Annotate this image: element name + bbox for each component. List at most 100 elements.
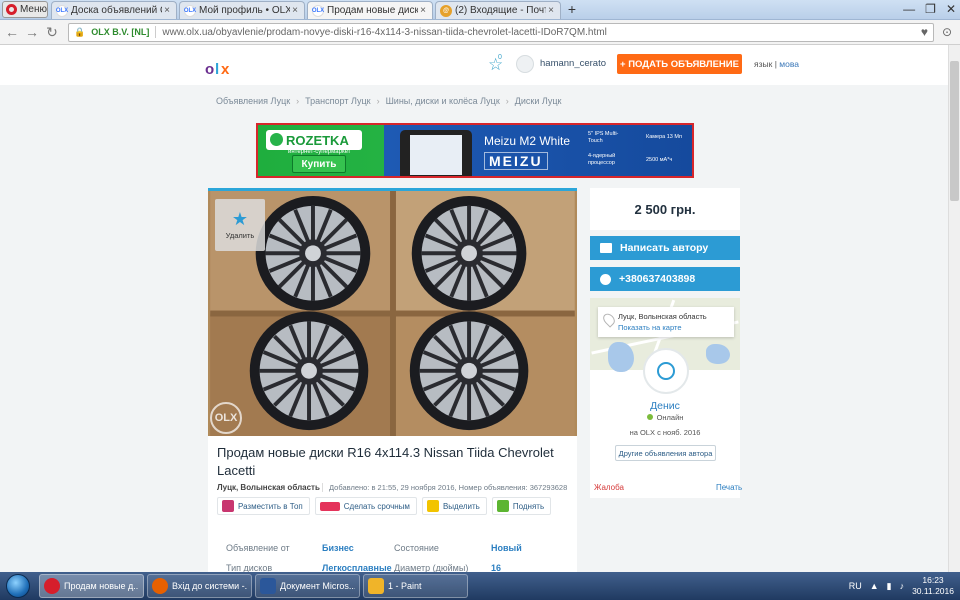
download-icon[interactable]: ⊙ <box>938 25 956 39</box>
clock[interactable]: 16:23 30.11.2016 <box>912 575 954 597</box>
page-scrollbar[interactable] <box>948 45 960 572</box>
taskbar-item-firefox[interactable]: Вхід до системи -... <box>147 574 252 598</box>
close-tab-icon[interactable]: × <box>546 5 556 16</box>
remove-favorite-label: Удалить <box>225 231 255 240</box>
breadcrumb-item[interactable]: Транспорт Луцк <box>305 96 370 106</box>
message-author-label: Написать автору <box>620 242 709 254</box>
detail-value[interactable]: Бизнес <box>322 543 354 553</box>
minimize-icon[interactable]: — <box>903 2 915 16</box>
banner-buy-button[interactable]: Купить <box>292 155 346 173</box>
browser-tab[interactable]: OLX Доска объявлений OLX: п × <box>51 1 177 19</box>
olx-watermark: OLX <box>210 402 242 434</box>
tray-expand-icon[interactable]: ▲ <box>870 581 879 591</box>
close-tab-icon[interactable]: × <box>290 5 300 16</box>
detail-value[interactable]: 16 <box>491 563 501 572</box>
scroll-thumb[interactable] <box>950 61 959 201</box>
promote-top-button[interactable]: Разместить в Топ <box>217 497 310 515</box>
action-label: Поднять <box>512 501 545 511</box>
network-icon[interactable]: ▮ <box>887 581 892 592</box>
input-language[interactable]: RU <box>849 581 862 591</box>
olx-favicon-icon: OLX <box>312 4 324 17</box>
forward-icon[interactable]: → <box>24 24 40 40</box>
url-text: www.olx.ua/obyavlenie/prodam-novye-diski… <box>162 26 607 38</box>
close-window-icon[interactable]: ✕ <box>946 2 956 16</box>
breadcrumb-item[interactable]: Диски Луцк <box>515 96 562 106</box>
language-switch: язык | мова <box>754 59 799 69</box>
lang-option-ukr[interactable]: мова <box>779 59 799 69</box>
page-viewport: o l x ☆ 0 hamann_cerato + ПОДАТЬ ОБЪЯВЛЕ… <box>0 45 960 572</box>
taskbar-item-paint[interactable]: 1 - Paint <box>363 574 468 598</box>
browser-tab[interactable]: OLX Мой профиль • OLX.ua × <box>179 1 305 19</box>
make-urgent-button[interactable]: Сделать срочным <box>314 497 417 515</box>
username-menu[interactable]: hamann_cerato <box>540 58 606 69</box>
other-ads-button[interactable]: Другие объявления автора <box>615 445 716 461</box>
ad-price: 2 500 грн. <box>590 188 740 230</box>
volume-icon[interactable]: ♪ <box>900 581 905 591</box>
opera-icon <box>44 578 60 594</box>
maximize-icon[interactable]: ❐ <box>925 2 936 16</box>
olx-logo[interactable]: o l x <box>202 50 242 86</box>
close-tab-icon[interactable]: × <box>162 5 172 16</box>
detail-value[interactable]: Легкосплавные <box>322 563 392 572</box>
window-controls: — ❐ ✕ <box>903 2 956 16</box>
tab-label: Продам новые диски R16 <box>327 5 418 16</box>
print-link[interactable]: Печать <box>716 483 742 492</box>
back-icon[interactable]: ← <box>4 24 20 40</box>
chevron-right-icon: › <box>296 96 300 106</box>
breadcrumb-item[interactable]: Объявления Луцк <box>216 96 290 106</box>
show-phone-button[interactable]: +380637403898 <box>590 267 740 291</box>
seller-card: Луцк, Волынская область Показать на карт… <box>590 298 740 498</box>
clock-time: 16:23 <box>922 575 944 585</box>
user-avatar[interactable] <box>516 55 534 73</box>
bump-button[interactable]: Поднять <box>491 497 552 515</box>
reload-icon[interactable]: ↻ <box>44 24 60 41</box>
phone-number: +380637403898 <box>619 273 696 285</box>
address-bar-row: ← → ↻ 🔒 OLX B.V. [NL] www.olx.ua/obyavle… <box>0 20 960 45</box>
pin-icon <box>222 500 234 512</box>
menu-label: Меню <box>19 4 47 15</box>
url-field[interactable]: 🔒 OLX B.V. [NL] www.olx.ua/obyavlenie/pr… <box>68 22 934 42</box>
site-identity: OLX B.V. [NL] <box>91 27 150 37</box>
rozetka-logo: ROZETKA <box>266 130 362 150</box>
post-ad-button[interactable]: + ПОДАТЬ ОБЪЯВЛЕНИЕ <box>617 54 742 74</box>
system-tray: RU ▲ ▮ ♪ 16:23 30.11.2016 <box>849 575 960 597</box>
chevron-right-icon: › <box>376 96 380 106</box>
ad-details-table: Объявление от Бизнес Состояние Новый Тип… <box>208 530 577 572</box>
detail-value[interactable]: Новый <box>491 543 522 553</box>
ad-meta: Добавлено: в 21:55, 29 ноября 2016, Номе… <box>322 483 567 492</box>
start-button[interactable] <box>0 572 36 600</box>
ad-title: Продам новые диски R16 4x114.3 Nissan Ti… <box>217 445 554 478</box>
banner-spec: Камера 13 Мп <box>646 134 682 140</box>
browser-tab-active[interactable]: OLX Продам новые диски R16 × <box>307 1 433 19</box>
ad-location: Луцк, Волынская область <box>217 483 320 492</box>
envelope-icon <box>600 243 612 253</box>
heart-icon[interactable]: ♥ <box>921 25 928 39</box>
detail-key: Объявление от <box>226 543 290 553</box>
close-tab-icon[interactable]: × <box>418 5 428 16</box>
complain-link[interactable]: Жалоба <box>594 483 624 492</box>
taskbar-item-word[interactable]: Документ Micros... <box>255 574 360 598</box>
action-label: Разместить в Топ <box>238 501 303 511</box>
svg-text:o: o <box>205 61 214 78</box>
browser-tab[interactable]: @ (2) Входящие - Почта Ma × <box>435 1 561 19</box>
seller-name[interactable]: Денис <box>590 400 740 412</box>
breadcrumb-item[interactable]: Шины, диски и колёса Луцк <box>386 96 500 106</box>
message-author-button[interactable]: Написать автору <box>590 236 740 260</box>
advertisement-banner[interactable]: ROZETKA интернет-супермаркет Купить Meiz… <box>256 123 694 178</box>
remove-favorite-button[interactable]: ★ Удалить <box>215 199 265 251</box>
favorites-count: 0 <box>498 54 502 61</box>
action-label: Выделить <box>442 501 480 511</box>
banner-spec: 4-ядерный процессор <box>588 153 616 166</box>
map-city: Луцк, Волынская область <box>618 312 707 321</box>
star-icon: ★ <box>231 209 249 229</box>
highlight-button[interactable]: Выделить <box>421 497 487 515</box>
show-on-map-link[interactable]: Показать на карте <box>618 323 682 332</box>
detail-key: Состояние <box>394 543 439 553</box>
seller-avatar[interactable] <box>643 348 689 394</box>
taskbar-item-opera[interactable]: Продам новые д... <box>39 574 144 598</box>
banner-product: Meizu M2 White <box>484 134 571 148</box>
opera-menu-button[interactable]: Меню <box>2 1 48 18</box>
new-tab-button[interactable]: + <box>563 2 581 18</box>
paint-icon <box>368 578 384 594</box>
meizu-logo: MEIZU <box>484 152 548 170</box>
